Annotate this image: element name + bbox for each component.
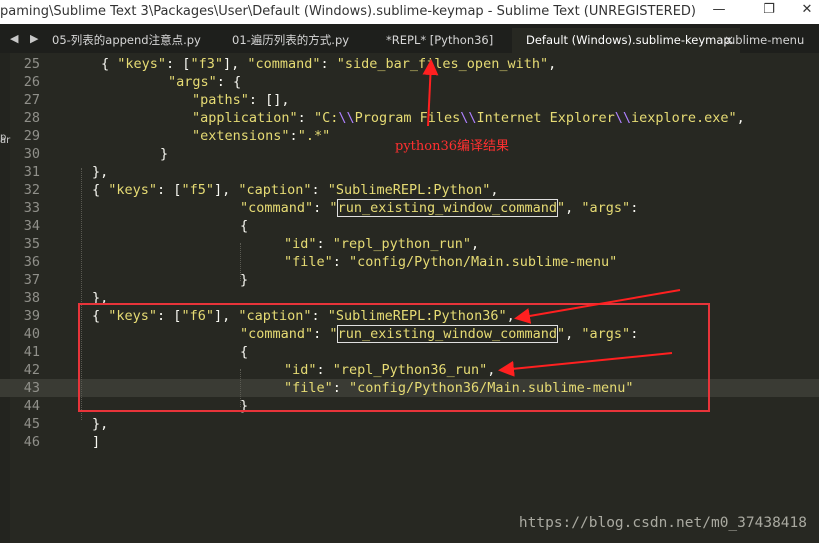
arrow-to-caption bbox=[514, 289, 681, 324]
arrow-to-repl-id bbox=[498, 352, 673, 377]
annotation-arrows bbox=[422, 59, 681, 377]
arrow-to-side-bar bbox=[422, 59, 439, 127]
